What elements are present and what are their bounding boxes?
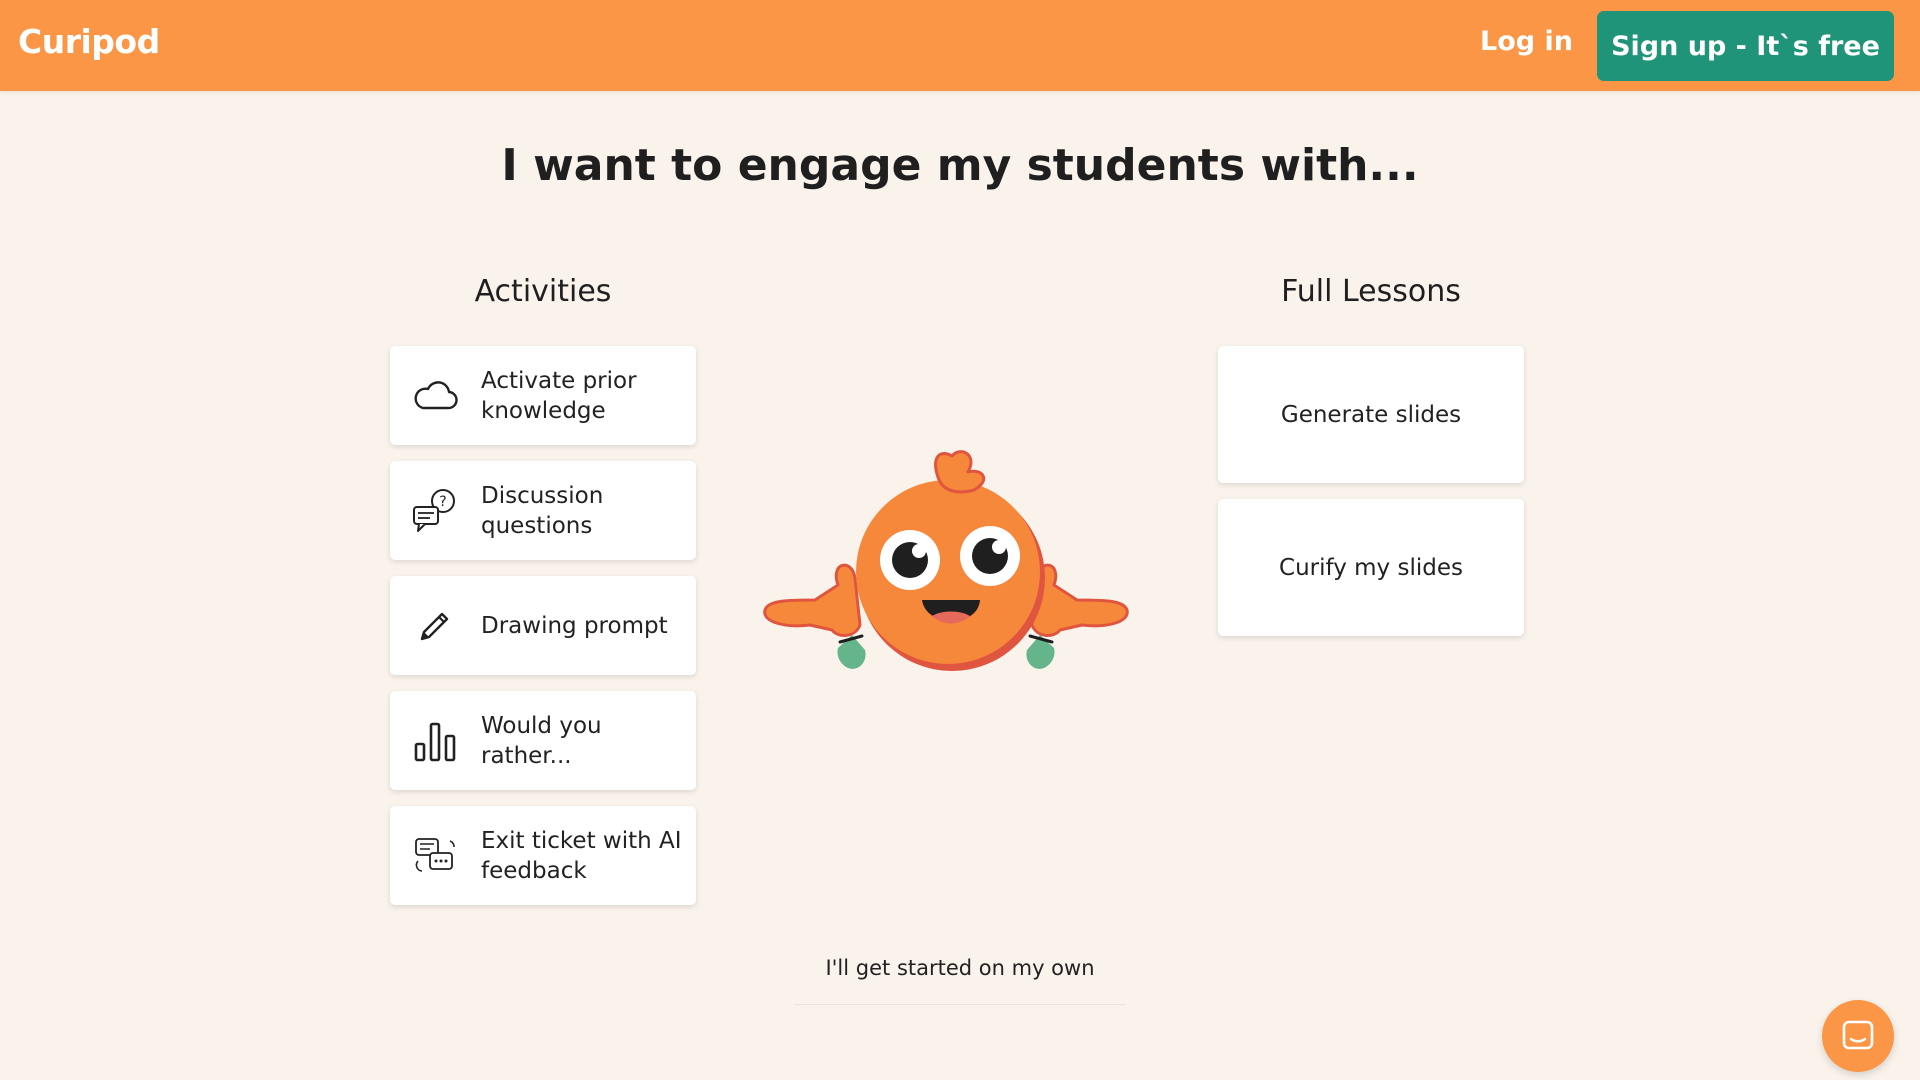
lesson-label: Curify my slides: [1279, 554, 1463, 581]
cloud-icon: [410, 371, 460, 421]
activity-label: Would you rather...: [481, 712, 602, 769]
activity-label: Exit ticket with AI feedback: [481, 827, 682, 884]
page-headline: I want to engage my students with...: [0, 140, 1920, 191]
activity-card-exit-ticket[interactable]: Exit ticket with AI feedback: [390, 806, 696, 905]
activity-card-drawing-prompt[interactable]: Drawing prompt: [390, 576, 696, 675]
chat-widget-button[interactable]: [1822, 1000, 1894, 1072]
signup-button[interactable]: Sign up - It`s free: [1597, 11, 1894, 81]
top-bar: Curipod Log in Sign up - It`s free: [0, 0, 1920, 91]
activities-title: Activities: [474, 274, 612, 309]
login-link[interactable]: Log in: [1480, 26, 1573, 57]
activity-card-discussion-questions[interactable]: ? Discussion questions: [390, 461, 696, 560]
headline-emphasis: engage my students: [737, 140, 1246, 191]
activity-label: Drawing prompt: [481, 612, 668, 639]
activity-label: Discussion questions: [481, 482, 604, 539]
activity-label: Activate prior knowledge: [481, 367, 637, 424]
get-started-own-link[interactable]: I'll get started on my own: [795, 950, 1125, 1005]
chat-feedback-icon: [410, 831, 460, 881]
bar-chart-icon: [410, 716, 460, 766]
curipod-mascot: [763, 450, 1129, 671]
full-lessons-title: Full Lessons: [1281, 274, 1461, 309]
svg-text:?: ?: [439, 494, 446, 510]
headline-suffix: with...: [1245, 140, 1419, 191]
activity-card-activate-prior-knowledge[interactable]: Activate prior knowledge: [390, 346, 696, 445]
chat-bubble-icon: [1842, 1020, 1874, 1050]
lesson-card-curify-slides[interactable]: Curify my slides: [1218, 499, 1524, 636]
lesson-card-generate-slides[interactable]: Generate slides: [1218, 346, 1524, 483]
curipod-logo[interactable]: Curipod: [18, 22, 160, 61]
activity-card-would-you-rather[interactable]: Would you rather...: [390, 691, 696, 790]
lesson-label: Generate slides: [1280, 401, 1462, 428]
pencil-icon: [410, 601, 460, 651]
headline-prefix: I want to: [501, 140, 738, 191]
discussion-icon: ?: [410, 486, 460, 536]
